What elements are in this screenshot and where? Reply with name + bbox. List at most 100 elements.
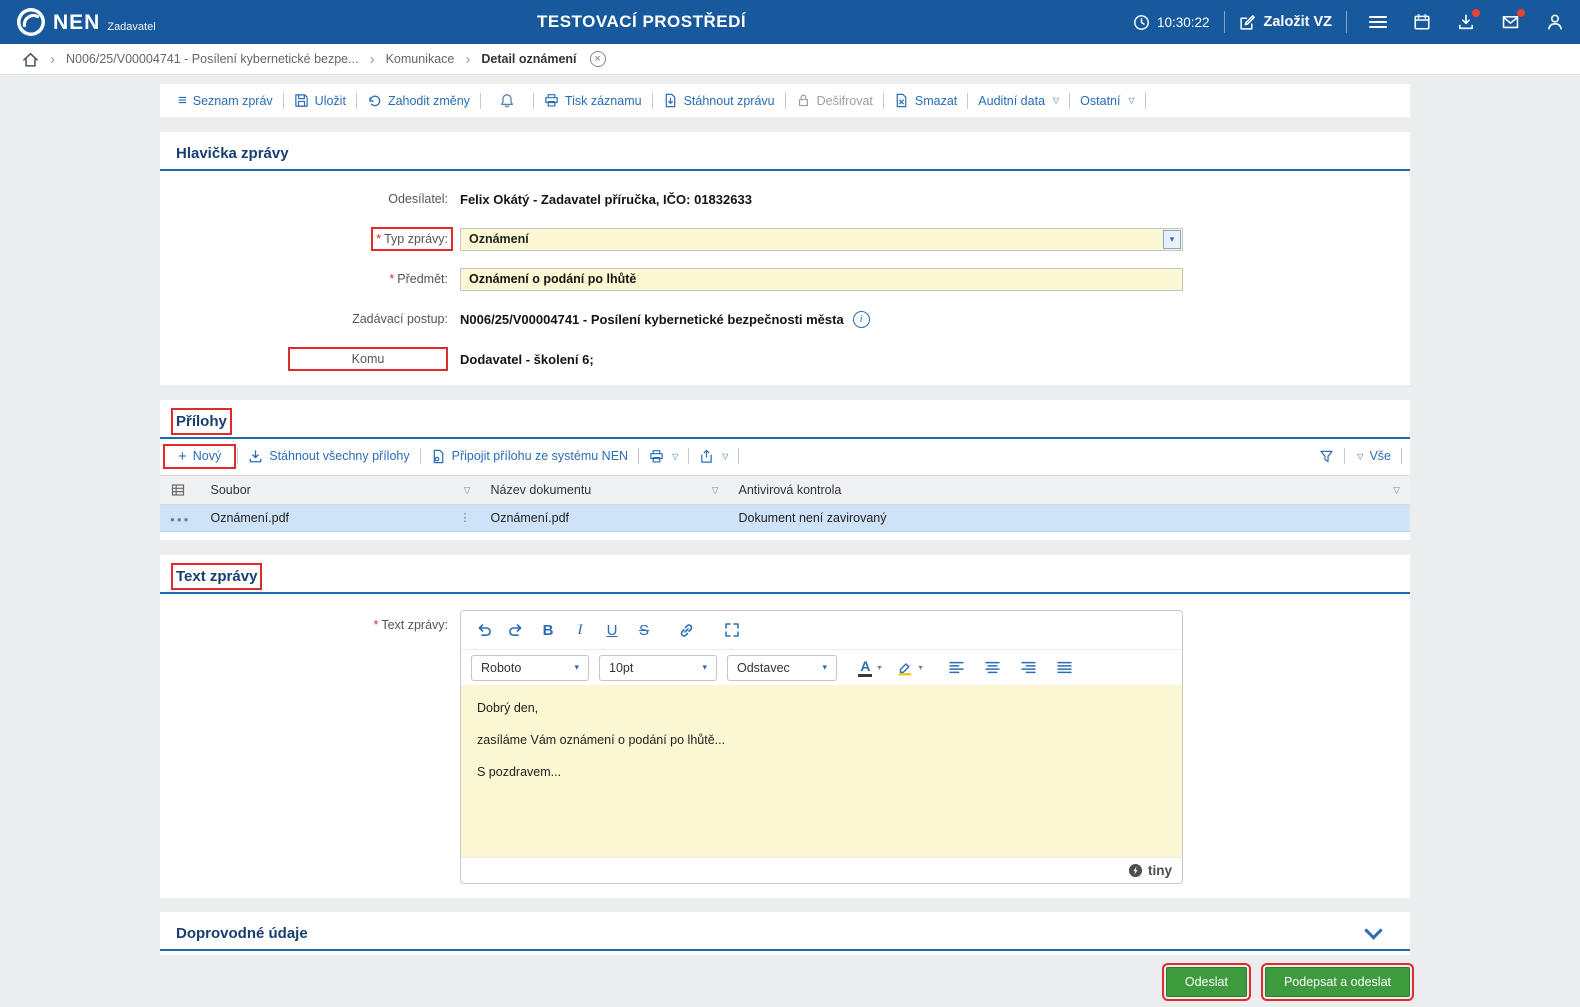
breadcrumb-komunikace[interactable]: Komunikace — [386, 52, 455, 66]
attachment-document-name: Oznámení.pdf — [490, 511, 570, 525]
column-filter-icon[interactable]: ▽ — [464, 485, 471, 496]
toolbar-ulozit-button[interactable]: Uložit — [284, 93, 356, 108]
downloads-button[interactable] — [1457, 9, 1480, 31]
undo-button[interactable] — [469, 616, 499, 644]
download-message-icon — [663, 93, 678, 108]
strikethrough-button[interactable]: S — [629, 616, 659, 644]
expand-section-chevron-icon[interactable] — [1364, 921, 1383, 940]
column-filter-icon[interactable]: ▽ — [1393, 485, 1400, 496]
row-actions-icon[interactable]: ●●● — [170, 515, 191, 524]
table-settings-icon[interactable] — [170, 482, 191, 498]
attachment-row[interactable]: ●●● Oznámení.pdf ⋮ Oznámení.pdf Dokument… — [160, 504, 1410, 532]
attachment-antivirus-status: Dokument není zavirovaný — [738, 511, 887, 525]
export-attachments-button[interactable]: ▽ — [689, 449, 738, 464]
topbar-divider — [1346, 11, 1347, 33]
attach-from-nen-button[interactable]: Připojit přílohu ze systému NEN — [421, 449, 638, 464]
toolbar-label: Dešifrovat — [816, 93, 873, 108]
sign-and-send-button[interactable]: Podepsat a odeslat — [1260, 963, 1415, 1001]
toolbar-label: Zahodit změny — [387, 93, 470, 108]
text-color-button[interactable]: A ▾ — [855, 654, 885, 682]
topbar-divider — [1223, 11, 1225, 33]
messages-button[interactable] — [1501, 9, 1525, 31]
redo-button[interactable] — [501, 616, 531, 644]
breadcrumb: › N006/25/V00004741 - Posílení kyberneti… — [0, 44, 1580, 75]
font-size-dropdown[interactable]: 10pt ▾ — [599, 654, 717, 681]
underline-button[interactable]: U — [597, 616, 627, 644]
home-button[interactable] — [22, 51, 39, 68]
column-filter-icon[interactable]: ▽ — [712, 485, 719, 496]
home-icon — [22, 51, 39, 68]
close-tab-button[interactable]: × — [589, 51, 606, 67]
nen-home-link[interactable]: NEN Zadavatel — [16, 7, 156, 37]
print-attachments-button[interactable]: ▽ — [639, 449, 688, 464]
toolbar-desifrovat-button[interactable]: Dešifrovat — [786, 93, 883, 108]
toolbar-smazat-button[interactable]: Smazat — [884, 93, 967, 108]
breadcrumb-procedure[interactable]: N006/25/V00004741 - Posílení kybernetick… — [66, 52, 359, 66]
new-attachment-button[interactable]: + Nový — [162, 443, 237, 469]
clock: 10:30:22 — [1133, 14, 1210, 31]
font-family-dropdown[interactable]: Roboto ▾ — [471, 654, 589, 681]
message-paragraph: S pozdravem... — [477, 765, 562, 780]
create-vz-label: Založit VZ — [1263, 14, 1332, 30]
subject-input[interactable] — [460, 267, 1183, 291]
section-title-hlavicka: Hlavička zprávy — [176, 145, 289, 162]
menu-button[interactable] — [1369, 13, 1387, 31]
filter-all-button[interactable]: ▽ Vše — [1345, 449, 1401, 463]
lock-icon — [796, 93, 811, 108]
message-type-select[interactable]: Oznámení ▾ — [460, 227, 1183, 251]
toolbar-ostatni-button[interactable]: Ostatní ▽ — [1070, 94, 1144, 108]
bold-button[interactable]: B — [533, 616, 563, 644]
caret-down-icon: ▽ — [1053, 96, 1060, 105]
download-all-attachments-button[interactable]: Stáhnout všechny přílohy — [238, 449, 419, 464]
column-header-nazev[interactable]: Název dokumentu ▽ — [480, 475, 729, 505]
column-header-antivir[interactable]: Antivirová kontrola ▽ — [728, 475, 1410, 505]
attachments-table-header: Soubor ▽ Název dokumentu ▽ Antivirová ko… — [160, 475, 1410, 505]
send-button[interactable]: Odeslat — [1161, 963, 1251, 1001]
block-format-dropdown[interactable]: Odstavec ▾ — [727, 654, 837, 681]
column-resize-handle-icon[interactable]: ⋮ — [460, 512, 471, 524]
toolbar-label: Připojit přílohu ze systému NEN — [451, 449, 629, 463]
to-label-annotation: Komu — [288, 347, 448, 371]
accompanying-data-section: Doprovodné údaje — [160, 912, 1410, 955]
notifications-button[interactable] — [481, 93, 533, 109]
attach-document-icon — [431, 449, 446, 464]
procedure-label: Zadávací postup: — [352, 312, 448, 326]
sender-label: Odesílatel: — [388, 192, 448, 206]
align-justify-button[interactable] — [1049, 654, 1079, 682]
toolbar-stahnout-zpravu-button[interactable]: Stáhnout zprávu — [653, 93, 785, 108]
align-center-button[interactable] — [977, 654, 1007, 682]
fullscreen-button[interactable] — [717, 616, 747, 644]
crumb-separator-icon: › — [369, 50, 375, 68]
italic-button[interactable]: I — [565, 616, 595, 644]
toolbar-zahodit-zmeny-button[interactable]: Zahodit změny — [357, 93, 480, 108]
link-button[interactable] — [671, 616, 701, 644]
align-right-button[interactable] — [1013, 654, 1043, 682]
toolbar-auditni-data-button[interactable]: Auditní data ▽ — [968, 94, 1069, 108]
filter-button[interactable] — [1309, 449, 1344, 464]
toolbar-tisk-zaznamu-button[interactable]: Tisk záznamu — [534, 93, 652, 108]
toolbar-divider — [1401, 448, 1402, 464]
topbar: NEN Zadavatel TESTOVACÍ PROSTŘEDÍ 10:30:… — [0, 0, 1580, 44]
select-caret-icon[interactable]: ▾ — [1163, 229, 1181, 249]
toolbar-seznam-zprav-button[interactable]: ≡ Seznam zpráv — [168, 93, 283, 108]
column-header-soubor[interactable]: Soubor ▽ — [200, 475, 481, 505]
to-value: Dodavatel - školení 6; — [460, 351, 594, 367]
caret-down-icon: ▾ — [918, 663, 923, 672]
align-left-button[interactable] — [941, 654, 971, 682]
downloads-badge — [1472, 9, 1480, 17]
topbar-actions: 10:30:22 Založit VZ — [1133, 9, 1564, 33]
highlighter-icon — [897, 660, 913, 676]
printer-icon — [649, 449, 664, 464]
create-vz-button[interactable]: Založit VZ — [1239, 14, 1332, 31]
align-right-icon — [1020, 660, 1036, 675]
type-label: Typ zprávy: — [384, 232, 448, 246]
message-body-input[interactable]: Dobrý den, zasíláme Vám oznámení o podán… — [461, 685, 1182, 857]
crumb-separator-icon: › — [50, 50, 55, 68]
align-left-icon — [948, 660, 964, 675]
info-icon[interactable]: i — [852, 310, 870, 328]
highlight-color-button[interactable]: ▾ — [895, 654, 925, 682]
tiny-brand: tiny — [1147, 863, 1172, 878]
calendar-button[interactable] — [1413, 13, 1431, 31]
align-center-icon — [984, 660, 1000, 675]
user-button[interactable] — [1546, 13, 1564, 31]
